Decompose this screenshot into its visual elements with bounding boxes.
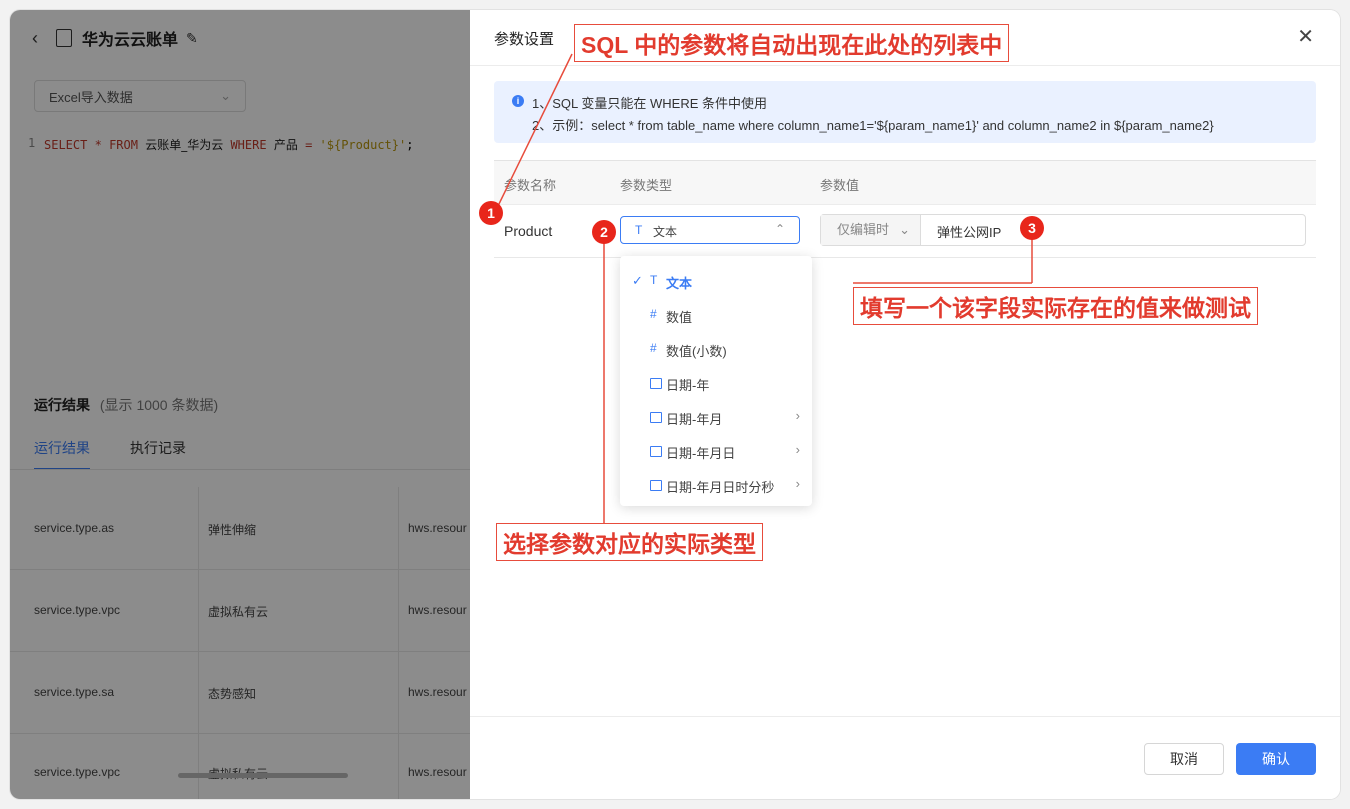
app-window: ‹ 华为云云账单 ✎ Excel导入数据 ⌄ 1 SELECT * FROM 云… [10, 10, 1340, 799]
option-label: 日期-年 [666, 378, 710, 393]
hash-icon: # [650, 307, 657, 321]
option-label: 数值 [666, 310, 693, 325]
drawer-footer-divider [470, 716, 1340, 717]
col-param-value: 参数值 [820, 178, 860, 193]
param-value-input[interactable]: 弹性公网IP [937, 222, 1001, 241]
type-option-text[interactable]: ✓ T 文本 [620, 264, 812, 298]
drawer-title: 参数设置 [494, 31, 555, 48]
close-icon[interactable]: ✕ [1297, 24, 1314, 49]
annotation-note-1: SQL 中的参数将自动出现在此处的列表中 [574, 24, 1010, 62]
info-banner: i 1、SQL 变量只能在 WHERE 条件中使用 2、示例：select * … [494, 81, 1316, 143]
calendar-icon [650, 480, 662, 491]
info-icon: i [512, 95, 524, 107]
param-name: Product [504, 223, 553, 239]
annotation-badge-1: 1 [479, 201, 503, 225]
param-type-dropdown: ✓ T 文本 # 数值 # 数值(小数) 日期-年 日期-年月 › 日期-年月日… [620, 256, 812, 506]
option-label: 日期-年月日 [666, 446, 736, 461]
param-mode-select[interactable]: 仅编辑时 ⌄ [821, 215, 921, 245]
param-value-field[interactable]: 仅编辑时 ⌄ 弹性公网IP [820, 214, 1306, 246]
calendar-icon [650, 412, 662, 423]
type-option-date-year[interactable]: 日期-年 [620, 366, 812, 400]
annotation-note-2: 选择参数对应的实际类型 [496, 523, 763, 561]
type-option-number[interactable]: # 数值 [620, 298, 812, 332]
param-type-select[interactable]: T 文本 ⌃ [620, 216, 800, 244]
chevron-down-icon: ⌄ [899, 222, 910, 237]
option-label: 日期-年月日时分秒 [666, 480, 775, 495]
col-param-type: 参数类型 [620, 178, 673, 193]
param-table-header: 参数名称 参数类型 参数值 [494, 160, 1316, 205]
annotation-badge-2: 2 [592, 220, 616, 244]
text-type-icon: T [635, 223, 643, 237]
chevron-right-icon: › [795, 442, 800, 457]
type-option-date-year-month[interactable]: 日期-年月 › [620, 400, 812, 434]
modal-backdrop[interactable] [10, 10, 470, 799]
chevron-right-icon: › [795, 408, 800, 423]
chevron-right-icon: › [795, 476, 800, 491]
confirm-button[interactable]: 确认 [1236, 743, 1316, 775]
info-line-2: 2、示例：select * from table_name where colu… [532, 118, 1214, 133]
info-line-1: 1、SQL 变量只能在 WHERE 条件中使用 [532, 96, 767, 111]
param-settings-drawer: 参数设置 ✕ i 1、SQL 变量只能在 WHERE 条件中使用 2、示例：se… [470, 10, 1340, 799]
type-option-decimal[interactable]: # 数值(小数) [620, 332, 812, 366]
param-row: Product T 文本 ⌃ 仅编辑时 ⌄ 弹性公网IP [494, 204, 1316, 258]
background-app: ‹ 华为云云账单 ✎ Excel导入数据 ⌄ 1 SELECT * FROM 云… [10, 10, 470, 799]
calendar-icon [650, 446, 662, 457]
option-label: 文本 [666, 276, 693, 291]
type-option-date-ymd[interactable]: 日期-年月日 › [620, 434, 812, 468]
option-label: 数值(小数) [666, 344, 727, 359]
calendar-icon [650, 378, 662, 389]
option-label: 日期-年月 [666, 412, 723, 427]
chevron-up-icon: ⌃ [774, 222, 785, 236]
hash-icon: # [650, 341, 657, 355]
param-type-value: 文本 [653, 225, 678, 239]
annotation-note-3: 填写一个该字段实际存在的值来做测试 [853, 287, 1258, 325]
type-option-datetime[interactable]: 日期-年月日时分秒 › [620, 468, 812, 502]
cancel-button[interactable]: 取消 [1144, 743, 1224, 775]
annotation-badge-3: 3 [1020, 216, 1044, 240]
check-icon: ✓ [632, 273, 643, 288]
text-type-icon: T [650, 273, 658, 287]
param-mode-value: 仅编辑时 [837, 222, 890, 237]
col-param-name: 参数名称 [504, 178, 557, 193]
